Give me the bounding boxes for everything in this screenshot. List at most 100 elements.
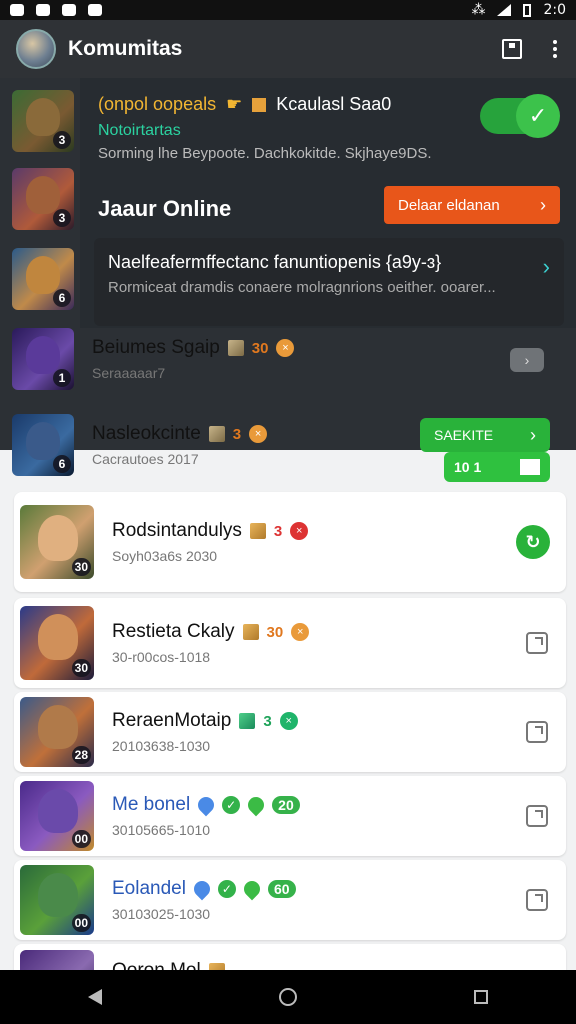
- check-icon: ✓: [516, 94, 560, 138]
- item-name: Rodsintandulys: [112, 520, 242, 541]
- game-thumbnail: [20, 950, 94, 970]
- heart-icon: [244, 793, 268, 817]
- overlay-title: (onpol oopeals: [98, 94, 217, 114]
- status-time: 2:0: [543, 2, 566, 18]
- game-thumbnail: 00: [20, 781, 94, 851]
- item-score: 3: [273, 522, 283, 540]
- game-thumbnail: 3: [12, 90, 74, 152]
- handshake-icon: ☛: [226, 94, 243, 114]
- cube-icon: [208, 963, 225, 970]
- save-icon[interactable]: [502, 39, 522, 59]
- cube-icon: [208, 426, 225, 442]
- item-name: Ooron Mol: [112, 960, 201, 970]
- item-score: 60: [267, 880, 296, 898]
- list-item[interactable]: 30 Restieta Ckaly 30 × 30-r00cos-1018: [14, 598, 566, 688]
- system-nav-bar: [0, 970, 576, 1024]
- open-external-icon[interactable]: [526, 721, 548, 743]
- status-icon: ×: [249, 425, 268, 443]
- signal-icon: [497, 4, 512, 16]
- heart-icon: [194, 793, 218, 817]
- game-thumbnail: 30: [20, 505, 94, 579]
- item-score: 30: [251, 339, 269, 357]
- online-toggle[interactable]: ✓: [480, 94, 560, 138]
- list-item[interactable]: 00 Me bonel ✓ 20 30105665-1010: [14, 776, 566, 856]
- info-card[interactable]: Naelfeafermffectanc fanuntiopenis {a9y-ɜ…: [94, 238, 564, 326]
- home-icon[interactable]: [278, 988, 297, 1006]
- community-avatar[interactable]: [16, 29, 56, 69]
- facebook-icon: [36, 4, 50, 16]
- status-icon: ×: [290, 522, 309, 540]
- chevron-right-icon: ›: [540, 194, 546, 215]
- cube-icon: [249, 523, 266, 539]
- item-subtitle: Cacrautoes 2017: [92, 451, 199, 467]
- back-icon[interactable]: [88, 989, 103, 1005]
- emoji-icon: [62, 4, 76, 16]
- item-score: 30: [266, 623, 284, 641]
- list-item[interactable]: 1 Beiumes Sgaip 30 × Seraaaaar7 ›: [12, 328, 566, 390]
- status-icon: ×: [291, 623, 310, 641]
- cube-icon: [239, 713, 256, 729]
- info-card-text: Rormiceat dramdis conaere molragnrions o…: [108, 279, 496, 296]
- count-chip[interactable]: 10 1: [444, 452, 550, 482]
- item-name: Restieta Ckaly: [112, 621, 235, 642]
- online-label: Jaaur Online: [98, 196, 232, 221]
- open-external-icon[interactable]: [526, 805, 548, 827]
- list-item[interactable]: 28 ReraenMotaip 3 × 20103638-1030: [14, 692, 566, 772]
- overlay-description: Sorming lhe Beypoote. Dachkokitde. Skjha…: [98, 145, 432, 162]
- select-button[interactable]: SAEKITE ›: [420, 418, 550, 452]
- heart-icon: [190, 877, 214, 901]
- cube-icon: [227, 340, 244, 356]
- status-icon: ×: [276, 339, 295, 357]
- game-thumbnail: 3: [12, 168, 74, 230]
- game-thumbnail: 6: [12, 414, 74, 476]
- item-name: ReraenMotaip: [112, 710, 232, 731]
- info-card-title: Naelfeafermffectanc fanuntiopenis {a9y-ɜ…: [108, 252, 442, 272]
- item-subtitle: 30-r00cos-1018: [112, 649, 211, 665]
- item-subtitle: 30103025-1030: [112, 906, 211, 922]
- item-subtitle: 30105665-1010: [112, 822, 211, 838]
- recent-apps-icon[interactable]: [473, 990, 488, 1004]
- battery-icon: [523, 3, 532, 17]
- item-subtitle: Seraaaaar7: [92, 365, 166, 381]
- item-score: 3: [263, 712, 272, 730]
- list-item[interactable]: 00 Eolandel ✓ 60 30103025-1030: [14, 860, 566, 940]
- overlay-subtitle: Notoirtartas: [98, 122, 181, 139]
- item-score: 3: [232, 425, 242, 443]
- action-button[interactable]: Delaar eldanan ›: [384, 186, 560, 224]
- page-title: Komumitas: [68, 37, 183, 60]
- item-name: Nasleokcinte: [92, 423, 201, 444]
- heart-icon: [240, 877, 264, 901]
- item-score: 20: [272, 796, 300, 814]
- game-thumbnail: 28: [20, 697, 94, 767]
- game-thumbnail: 6: [12, 248, 74, 310]
- open-external-icon[interactable]: [526, 632, 548, 654]
- game-thumbnail: 30: [20, 606, 94, 680]
- game-thumbnail: 1: [12, 328, 74, 390]
- item-name: Me bonel: [112, 794, 191, 815]
- status-bar: ⁂ 2:0: [0, 0, 576, 20]
- item-name: Beiumes Sgaip: [92, 337, 220, 358]
- cube-icon: [252, 97, 267, 112]
- list-item[interactable]: Ooron Mol: [14, 944, 566, 970]
- item-subtitle: Soyh03a6s 2030: [112, 548, 218, 564]
- chevron-right-icon[interactable]: ›: [543, 254, 550, 280]
- vibrate-icon: ⁂: [471, 2, 486, 18]
- open-external-icon[interactable]: [526, 889, 548, 911]
- list-item[interactable]: 6 Nasleokcinte 3 × Cacrautoes 2017 SAEKI…: [12, 414, 566, 482]
- community-overlay-panel: (onpol oopeals ☛ Kcaulasl Saa0 Notoirtar…: [80, 78, 576, 328]
- more-options-icon[interactable]: [550, 40, 560, 58]
- item-name: Eolandel: [112, 878, 186, 899]
- check-icon: ✓: [222, 796, 241, 814]
- refresh-button[interactable]: ↻: [516, 525, 550, 559]
- cloud-icon: [88, 4, 102, 16]
- status-icon: ×: [279, 712, 298, 730]
- check-icon: ✓: [217, 880, 236, 898]
- app-bar: Komumitas: [0, 20, 576, 78]
- item-subtitle: 20103638-1030: [112, 738, 211, 754]
- open-button[interactable]: ›: [510, 348, 544, 372]
- cube-icon: [242, 624, 259, 640]
- overlay-title-secondary: Kcaulasl Saa0: [276, 94, 392, 114]
- game-thumbnail: 00: [20, 865, 94, 935]
- list-item[interactable]: 30 Rodsintandulys 3 × Soyh03a6s 2030 ↻: [14, 492, 566, 592]
- notification-icon: [10, 4, 24, 16]
